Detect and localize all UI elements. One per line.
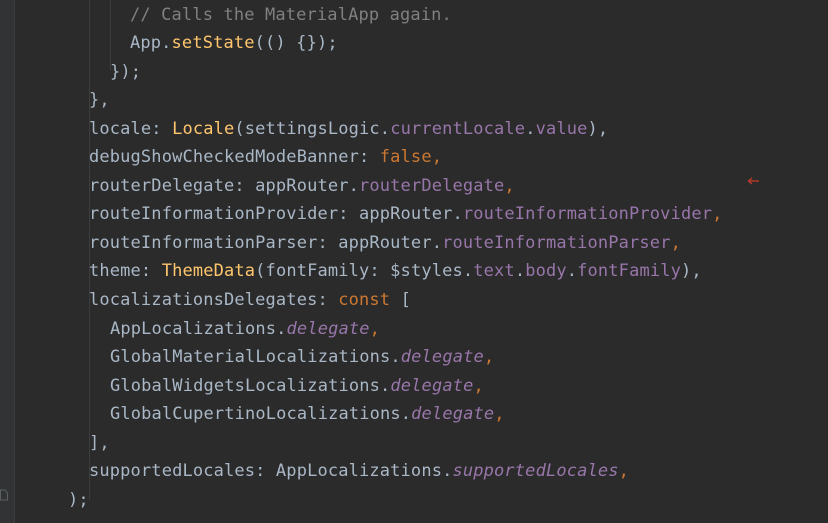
- code-line[interactable]: AppLocalizations.delegate,: [110, 315, 380, 343]
- code-token: ),: [681, 261, 702, 281]
- code-token: debugShowCheckedModeBanner:: [89, 147, 380, 167]
- code-token: Locale: [172, 119, 235, 139]
- code-token: fontFamily: [577, 261, 681, 281]
- code-line[interactable]: routeInformationProvider: appRouter.rout…: [89, 200, 723, 228]
- code-token: ,: [473, 376, 484, 396]
- code-token: (() {});: [254, 33, 338, 53]
- code-token: supportedLocales: AppLocalizations.: [89, 461, 453, 481]
- code-token: currentLocale: [390, 119, 526, 139]
- code-token: ,: [431, 147, 443, 167]
- code-line[interactable]: theme: ThemeData(fontFamily: $styles.tex…: [89, 257, 702, 285]
- code-line[interactable]: GlobalCupertinoLocalizations.delegate,: [110, 400, 505, 428]
- code-token: routerDelegate: appRouter.: [89, 176, 360, 196]
- code-token: ,: [712, 204, 723, 224]
- code-token: ,: [670, 233, 681, 253]
- code-token: ,: [494, 404, 505, 424]
- code-token: routeInformationProvider: appRouter.: [89, 204, 463, 224]
- code-line[interactable]: });: [110, 58, 141, 86]
- code-line[interactable]: App.setState(() {});: [130, 29, 338, 57]
- code-line[interactable]: GlobalMaterialLocalizations.delegate,: [110, 343, 494, 371]
- code-token: GlobalCupertinoLocalizations.: [110, 404, 412, 424]
- code-token: AppLocalizations.: [110, 319, 287, 339]
- code-token: GlobalWidgetsLocalizations.: [110, 376, 391, 396]
- code-token: ThemeData: [161, 261, 256, 281]
- code-token: theme:: [89, 261, 162, 281]
- code-token: ,: [369, 319, 381, 339]
- code-token: );: [68, 490, 89, 510]
- code-token: supportedLocales: [452, 461, 619, 481]
- code-editor[interactable]: // Calls the MaterialApp again. App.setS…: [0, 0, 828, 523]
- code-token: delegate: [400, 347, 484, 367]
- code-token: ,: [483, 347, 495, 367]
- fold-icon[interactable]: [0, 489, 8, 501]
- code-line[interactable]: supportedLocales: AppLocalizations.suppo…: [89, 457, 629, 485]
- code-line[interactable]: routeInformationParser: appRouter.routeI…: [89, 229, 681, 257]
- code-token: .: [525, 119, 536, 139]
- code-token: ],: [89, 433, 110, 453]
- code-token: false: [379, 147, 432, 167]
- code-token: routeInformationParser: appRouter.: [89, 233, 443, 253]
- code-token: (fontFamily: $styles.: [255, 261, 474, 281]
- code-line[interactable]: debugShowCheckedModeBanner: false,: [89, 143, 442, 171]
- left-arrow-marker-icon[interactable]: [746, 176, 760, 186]
- code-token: ,: [504, 176, 515, 196]
- code-token: delegate: [390, 376, 474, 396]
- code-token: setState: [171, 33, 255, 53]
- code-line[interactable]: },: [89, 86, 110, 114]
- code-token: GlobalMaterialLocalizations.: [110, 347, 401, 367]
- code-token: ,: [618, 461, 630, 481]
- code-token: value: [535, 119, 588, 139]
- code-token: text: [473, 261, 515, 281]
- code-token: .: [566, 261, 578, 281]
- code-line[interactable]: GlobalWidgetsLocalizations.delegate,: [110, 372, 484, 400]
- code-line[interactable]: // Calls the MaterialApp again.: [130, 1, 452, 29]
- code-token: },: [89, 90, 110, 110]
- code-token: localizationsDelegates:: [89, 290, 339, 310]
- code-token: [: [390, 290, 411, 310]
- code-token: delegate: [286, 319, 370, 339]
- editor-gutter[interactable]: [0, 0, 15, 523]
- code-token: });: [110, 62, 142, 82]
- code-token: App.: [130, 33, 172, 53]
- code-line[interactable]: routerDelegate: appRouter.routerDelegate…: [89, 172, 515, 200]
- code-token: routeInformationProvider: [462, 204, 713, 224]
- code-token: body: [525, 261, 567, 281]
- code-token: routeInformationParser: [442, 233, 671, 253]
- code-line[interactable]: localizationsDelegates: const [: [89, 286, 411, 314]
- code-token: routerDelegate: [359, 176, 505, 196]
- code-line[interactable]: ],: [89, 429, 110, 457]
- code-token: .: [514, 261, 526, 281]
- code-token: const: [338, 290, 391, 310]
- code-line[interactable]: locale: Locale(settingsLogic.currentLoca…: [89, 115, 608, 143]
- code-token: delegate: [411, 404, 495, 424]
- code-token: (settingsLogic.: [234, 119, 391, 139]
- code-token: ),: [587, 119, 609, 139]
- code-token: // Calls the MaterialApp again.: [130, 5, 452, 25]
- code-token: locale:: [89, 119, 173, 139]
- code-line[interactable]: );: [68, 486, 89, 514]
